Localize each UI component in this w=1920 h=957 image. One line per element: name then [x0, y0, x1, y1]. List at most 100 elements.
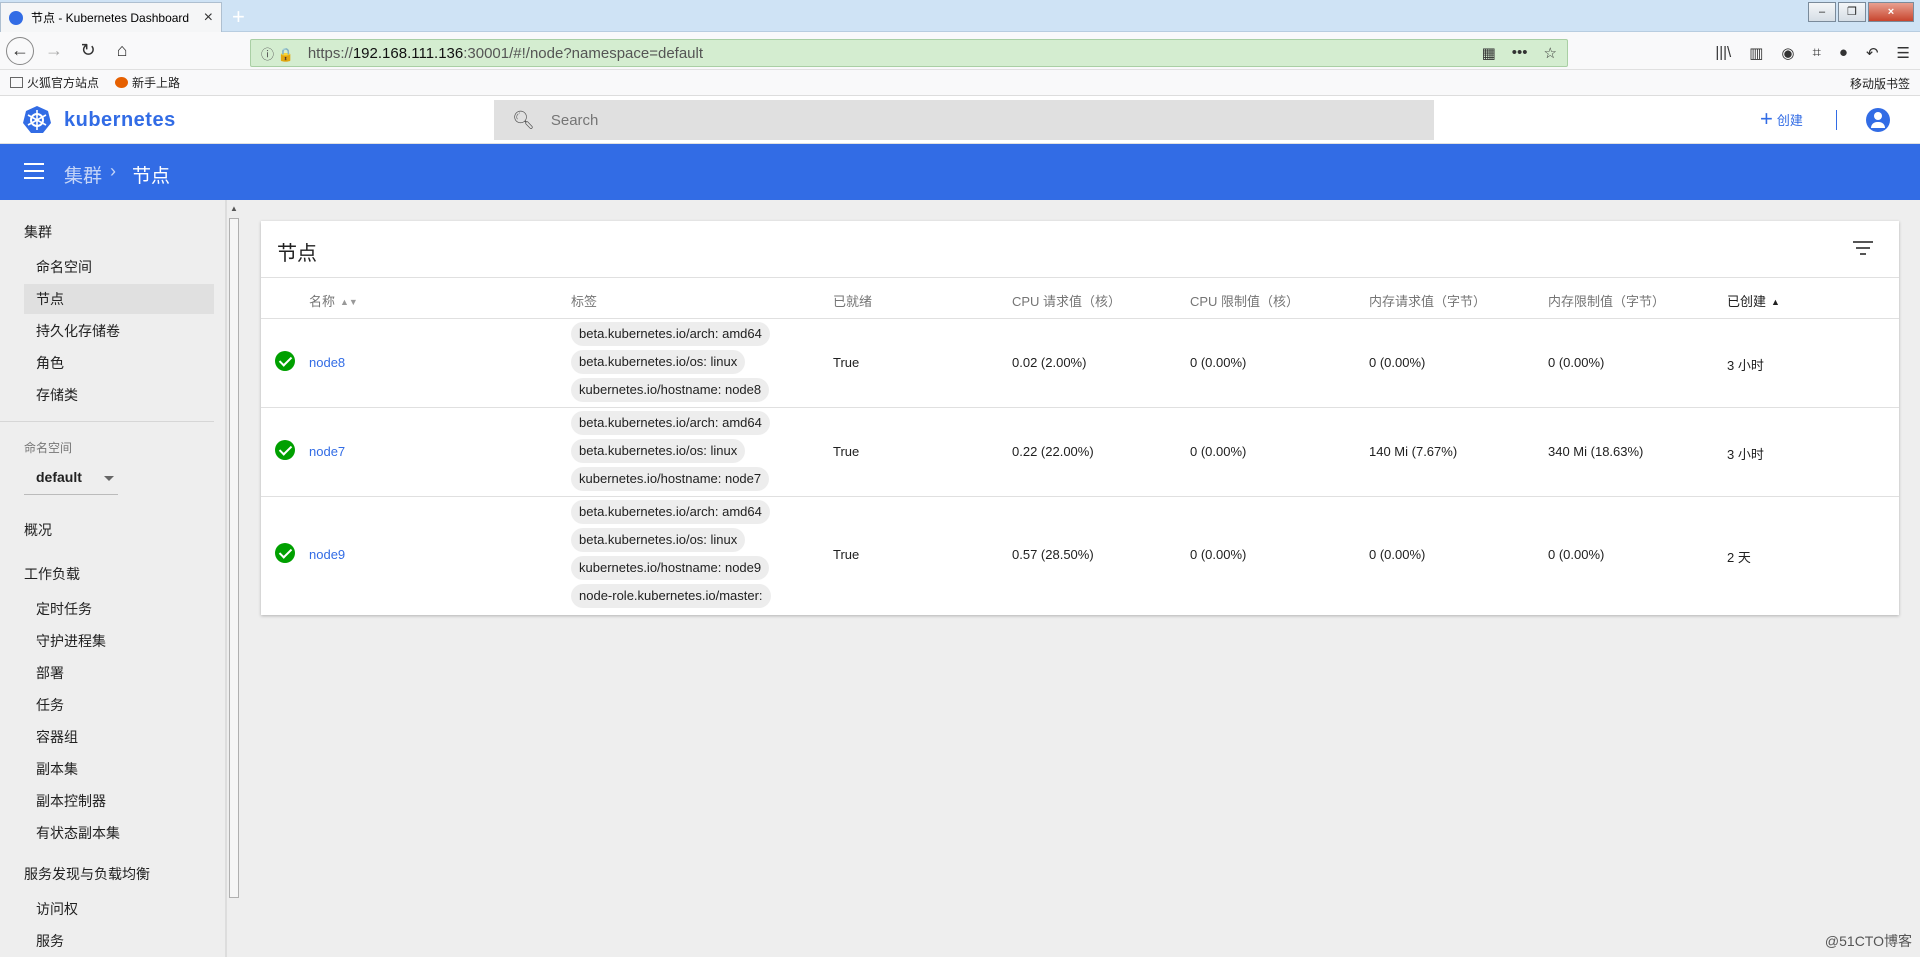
bookmark-getting-started[interactable]: 新手上路	[115, 74, 180, 91]
chat-icon[interactable]: ●	[1839, 44, 1848, 62]
hamburger-menu-icon[interactable]	[24, 163, 44, 179]
label-chip: beta.kubernetes.io/arch: amd64	[571, 322, 770, 346]
column-memory-limits: 内存限制值（字节）	[1548, 294, 1666, 309]
sidebar-item-services[interactable]: 服务	[24, 926, 214, 956]
app-menu-icon[interactable]: ☰	[1897, 44, 1910, 62]
breadcrumb-current: 节点	[132, 166, 171, 187]
mobile-bookmarks[interactable]: 移动版书签	[1850, 75, 1910, 92]
url-bar[interactable]: ⓘ 🔒 https:// 192.168.111.136 :30001/#!/n…	[250, 39, 1568, 67]
qr-code-icon[interactable]: ▦	[1482, 44, 1496, 62]
label-chip: beta.kubernetes.io/os: linux	[571, 350, 746, 374]
ready-value: True	[833, 547, 860, 562]
column-ready: 已就绪	[833, 294, 873, 309]
sidebar-item-jobs[interactable]: 任务	[24, 690, 214, 720]
url-path: :30001/#!/node?namespace=default	[463, 44, 704, 62]
label-chip: beta.kubernetes.io/arch: amd64	[571, 500, 770, 524]
site-info-icon[interactable]: ⓘ 🔒	[261, 44, 294, 63]
breadcrumb-cluster[interactable]: 集群	[64, 161, 102, 188]
sidebar-section-discovery[interactable]: 服务发现与负载均衡	[24, 864, 150, 884]
ready-check-icon	[275, 351, 295, 371]
sidebar-item-pods[interactable]: 容器组	[24, 722, 214, 752]
sidebar-section-cluster[interactable]: 集群	[24, 222, 52, 242]
search-icon: 🔍︎	[512, 109, 535, 130]
kubernetes-logo-icon[interactable]	[22, 105, 52, 135]
app-header: kubernetes 🔍︎ + 创建	[0, 96, 1920, 144]
undo-icon[interactable]: ↶	[1866, 44, 1879, 62]
sidebar-item-replication-controllers[interactable]: 副本控制器	[24, 786, 214, 816]
created-value: 3 小时	[1727, 358, 1764, 373]
library-icon[interactable]: |||\	[1715, 44, 1731, 62]
sidebar-item-storage-classes[interactable]: 存储类	[24, 380, 214, 410]
sidebar-item-replicasets[interactable]: 副本集	[24, 754, 214, 784]
column-created[interactable]: 已创建 ▲	[1727, 291, 1780, 310]
minimize-icon[interactable]: –	[1808, 2, 1836, 22]
ready-value: True	[833, 355, 860, 370]
cpu-limits-value: 0 (0.00%)	[1190, 444, 1247, 459]
bookmarks-bar: 火狐官方站点 新手上路 移动版书签	[0, 70, 1920, 96]
sidebar-item-daemonsets[interactable]: 守护进程集	[24, 626, 214, 656]
sidebar-item-namespaces[interactable]: 命名空间	[24, 252, 214, 282]
cpu-limits-value: 0 (0.00%)	[1190, 355, 1247, 370]
label-chip: node-role.kubernetes.io/master:	[571, 584, 771, 608]
sidebar-section-workloads[interactable]: 工作负载	[24, 564, 80, 584]
new-tab-icon[interactable]: +	[232, 4, 245, 30]
breadcrumb-bar: 集群 › 节点	[0, 144, 1920, 200]
sidebar-item-nodes[interactable]: 节点	[24, 284, 214, 314]
sidebar-item-statefulsets[interactable]: 有状态副本集	[24, 818, 214, 848]
sidebar-item-persistent-volumes[interactable]: 持久化存储卷	[24, 316, 214, 346]
scrollbar-thumb[interactable]	[229, 218, 239, 898]
bookmark-firefox-site[interactable]: 火狐官方站点	[10, 74, 99, 91]
sidebar-scrollbar[interactable]: ▲	[226, 200, 240, 957]
sidebar-item-cronjobs[interactable]: 定时任务	[24, 594, 214, 624]
table-row: node8 beta.kubernetes.io/arch: amd64 bet…	[261, 319, 1899, 408]
forward-icon[interactable]: →	[40, 37, 68, 65]
cpu-limits-value: 0 (0.00%)	[1190, 547, 1247, 562]
scroll-up-icon[interactable]: ▲	[230, 204, 238, 213]
screenshot-icon[interactable]: ⌗	[1812, 44, 1820, 62]
home-icon[interactable]: ⌂	[108, 37, 136, 65]
label-chip: kubernetes.io/hostname: node7	[571, 467, 770, 491]
sidebar-divider	[0, 421, 214, 422]
account-icon[interactable]	[1866, 108, 1890, 132]
memory-limits-value: 0 (0.00%)	[1548, 355, 1605, 370]
url-host: 192.168.111.136	[352, 44, 464, 62]
sidebar-item-roles[interactable]: 角色	[24, 348, 214, 378]
sidebar-section-overview[interactable]: 概况	[24, 520, 52, 540]
back-icon[interactable]: ←	[6, 36, 34, 65]
sidebar-item-deployments[interactable]: 部署	[24, 658, 214, 688]
namespace-label: 命名空间	[24, 441, 73, 455]
memory-requests-value: 140 Mi (7.67%)	[1369, 444, 1458, 459]
plus-icon: +	[1760, 106, 1773, 131]
node-name-link[interactable]: node7	[309, 444, 345, 459]
browser-tab[interactable]: 节点 - Kubernetes Dashboard ×	[0, 2, 222, 32]
page-actions-icon[interactable]: •••	[1512, 44, 1528, 62]
reload-icon[interactable]: ↻	[74, 37, 102, 65]
filter-icon[interactable]	[1853, 241, 1873, 255]
close-tab-icon[interactable]: ×	[204, 9, 213, 27]
label-chip: kubernetes.io/hostname: node9	[571, 556, 770, 580]
sidebar-item-ingresses[interactable]: 访问权	[24, 894, 214, 924]
search-box[interactable]: 🔍︎	[494, 100, 1434, 140]
search-input[interactable]	[550, 111, 1351, 129]
memory-limits-value: 0 (0.00%)	[1548, 547, 1605, 562]
brand-name[interactable]: kubernetes	[64, 109, 176, 132]
bookmark-star-icon[interactable]: ☆	[1544, 44, 1557, 62]
restore-icon[interactable]: ❐	[1838, 2, 1866, 22]
dropdown-caret-icon	[104, 476, 114, 481]
create-button[interactable]: + 创建	[1760, 108, 1803, 130]
node-name-link[interactable]: node8	[309, 355, 345, 370]
sort-icon: ▲▼	[340, 297, 358, 307]
column-name[interactable]: 名称 ▲▼	[309, 291, 358, 310]
watermark: @51CTO博客	[1824, 933, 1912, 949]
cpu-requests-value: 0.02 (2.00%)	[1012, 355, 1087, 370]
node-name-link[interactable]: node9	[309, 547, 345, 562]
label-chip: beta.kubernetes.io/os: linux	[571, 528, 746, 552]
memory-requests-value: 0 (0.00%)	[1369, 355, 1426, 370]
sidebar-toggle-icon[interactable]: ▥	[1749, 44, 1763, 62]
sidebar-nav: 集群 命名空间 节点 持久化存储卷 角色 存储类 命名空间 概况 工作负载 定时…	[0, 200, 226, 957]
toolbar-icons: |||\ ▥ ◉ ⌗ ● ↶ ☰	[1715, 44, 1910, 62]
header-divider	[1836, 110, 1837, 130]
window-close-icon[interactable]: ×	[1868, 2, 1914, 22]
namespace-select[interactable]: default	[24, 463, 118, 495]
account-toolbar-icon[interactable]: ◉	[1781, 44, 1794, 62]
